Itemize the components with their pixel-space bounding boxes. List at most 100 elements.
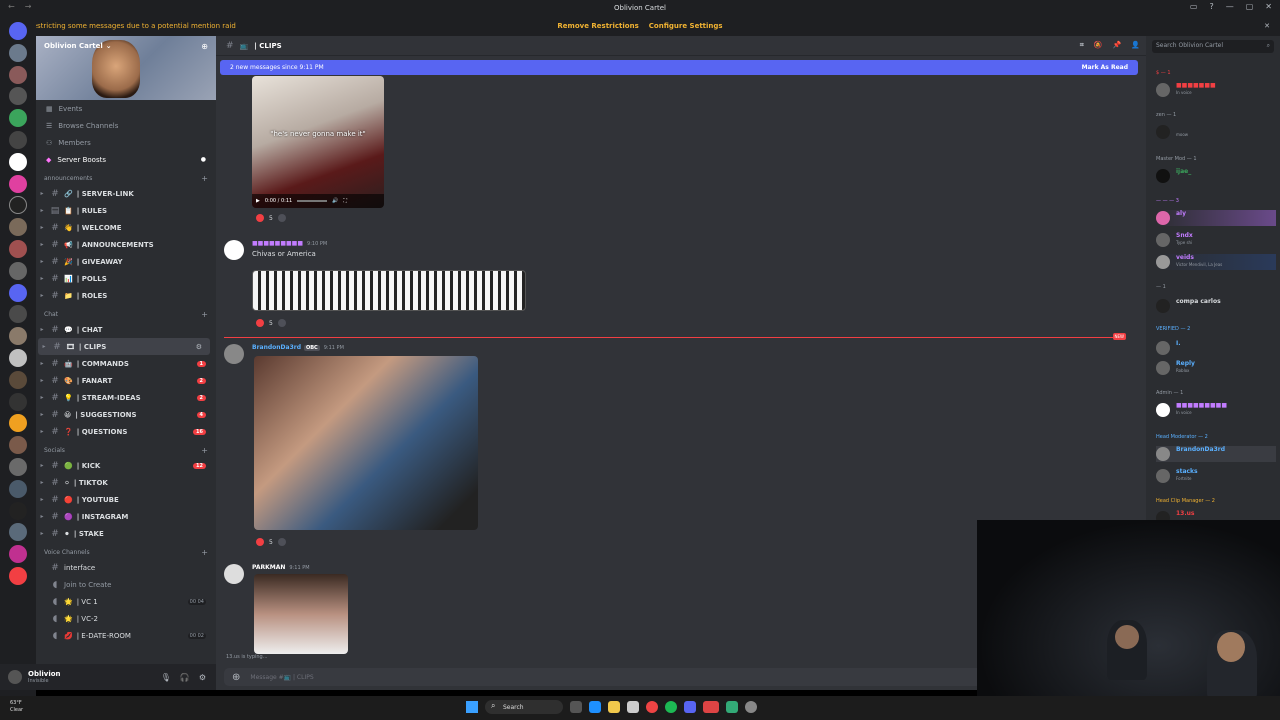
guild-icon[interactable] (9, 327, 27, 346)
emoji-image-attachment[interactable] (252, 270, 526, 311)
message-author[interactable]: PARKMAN 9:11 PM (252, 564, 310, 571)
member-item[interactable]: ijae_ (1156, 168, 1276, 184)
members-item[interactable]: ⚇ Members (36, 134, 216, 151)
channel-rules[interactable]: ▸ ▤ 📋 | RULES (36, 202, 216, 219)
channel-announcements[interactable]: ▸ # 📢 | ANNOUNCEMENTS (36, 236, 216, 253)
video-attachment[interactable] (254, 356, 478, 530)
member-item[interactable]: stacks Fortnite (1156, 468, 1276, 484)
server-name[interactable]: Oblivion Cartel ⌄ (44, 42, 112, 50)
reaction-icon[interactable] (256, 214, 264, 222)
threads-icon[interactable]: ⌗ (1080, 41, 1084, 50)
channel-suggestions[interactable]: ▸ # 😀 | SUGGESTIONS 4 (36, 406, 216, 423)
video-attachment[interactable]: "he's never gonna make it" ▶ 0:00 / 0:11… (252, 76, 384, 208)
store-icon[interactable] (627, 701, 639, 713)
guild-icon[interactable] (9, 348, 27, 367)
channel-giveaway[interactable]: ▸ # 🎉 | GIVEAWAY (36, 253, 216, 270)
video-attachment[interactable] (254, 574, 348, 654)
add-reaction-icon[interactable] (277, 214, 286, 222)
channel-clips[interactable]: ▸ # 🎞 | CLIPS ⚙ (38, 338, 210, 355)
settings-icon[interactable]: ⚙ (196, 343, 202, 351)
windows-start-icon[interactable] (466, 701, 478, 713)
member-item[interactable]: veids Victor Mendivil, La Jeas (1156, 254, 1276, 270)
avatar[interactable] (224, 240, 244, 260)
user-info[interactable]: Oblivion Invisible (28, 670, 61, 684)
avatar[interactable] (224, 564, 244, 584)
guild-icon[interactable] (9, 22, 27, 40)
channel-roles[interactable]: ▸ # 📁 | ROLES (36, 287, 216, 304)
inbox-icon[interactable]: ▭ (1190, 2, 1198, 11)
fullscreen-icon[interactable]: ⛶ (343, 198, 347, 204)
guild-icon[interactable] (9, 414, 27, 433)
add-channel-icon[interactable]: + (201, 548, 208, 557)
category-announcements[interactable]: announcements + (36, 171, 216, 185)
category-socials[interactable]: Socials + (36, 443, 216, 457)
reaction-icon[interactable] (256, 319, 264, 327)
guild-icon[interactable] (9, 479, 27, 498)
guild-icon[interactable] (9, 239, 27, 258)
guild-icon[interactable] (9, 109, 27, 128)
invite-people-icon[interactable]: ⊕ (201, 42, 208, 51)
channel-commands[interactable]: ▸ # 🤖 | COMMANDS 1 (36, 355, 216, 372)
channel-tiktok[interactable]: ▸ # ⚪ | TIKTOK (36, 474, 216, 491)
obs-icon[interactable] (745, 701, 757, 713)
guild-icon[interactable] (9, 130, 27, 149)
voice-channel-edate[interactable]: ◖ 💋 | E-DATE-ROOM 00 02 (36, 627, 216, 644)
guild-icon[interactable] (9, 218, 27, 237)
avatar[interactable] (224, 344, 244, 364)
discord-icon[interactable] (684, 701, 696, 713)
channel-chat[interactable]: ▸ # 💬 | CHAT (36, 321, 216, 338)
search-input[interactable]: Search Oblivion Cartel ⌕ (1152, 40, 1274, 53)
guild-icon[interactable] (9, 501, 27, 520)
guild-icon[interactable] (9, 305, 27, 324)
close-icon[interactable]: ✕ (1264, 22, 1270, 30)
guild-icon[interactable] (9, 545, 27, 564)
member-item[interactable]: Reply Roblox (1156, 360, 1276, 376)
guild-icon[interactable] (9, 436, 27, 455)
message-author[interactable]: ■■■■■■■■■ 9:10 PM (252, 240, 327, 247)
member-item[interactable]: aly (1156, 210, 1276, 226)
close-window-button[interactable]: ✕ (1265, 2, 1272, 11)
discord-icon[interactable] (9, 283, 27, 302)
member-item[interactable]: ■■■■■■■ In voice (1156, 82, 1276, 98)
task-view-icon[interactable] (570, 701, 582, 713)
remove-restrictions-link[interactable]: Remove Restrictions (557, 22, 638, 30)
reaction-icon[interactable] (256, 538, 264, 546)
avatar[interactable] (8, 670, 22, 684)
channel-kick[interactable]: ▸ # 🟢 | KICK 12 (36, 457, 216, 474)
file-explorer-icon[interactable] (608, 701, 620, 713)
configure-settings-link[interactable]: Configure Settings (649, 22, 723, 30)
maximize-button[interactable]: ▢ (1246, 2, 1254, 11)
minimize-button[interactable]: — (1226, 2, 1234, 11)
voice-channel-join-to-create[interactable]: ◖ Join to Create (36, 576, 216, 593)
taskbar-search[interactable]: Search (485, 700, 563, 714)
back-icon[interactable]: ← (8, 2, 15, 11)
gear-icon[interactable]: ⚙ (199, 673, 206, 682)
guild-icon[interactable] (9, 152, 27, 171)
spotify-icon[interactable] (665, 701, 677, 713)
guild-icon[interactable] (9, 196, 27, 215)
guild-icon[interactable] (9, 261, 27, 280)
add-reaction-icon[interactable] (277, 538, 286, 546)
volume-icon[interactable]: 🔊 (332, 198, 338, 204)
category-chat[interactable]: Chat + (36, 307, 216, 321)
headphones-icon[interactable]: 🎧 (180, 673, 190, 682)
channel-questions[interactable]: ▸ # ❓ | QUESTIONS 16 (36, 423, 216, 440)
app-icon[interactable] (726, 701, 738, 713)
server-banner[interactable]: Oblivion Cartel ⌄ ⊕ (36, 36, 216, 100)
guild-icon[interactable] (9, 457, 27, 476)
voice-channel-interface[interactable]: # interface (36, 559, 216, 576)
guild-icon[interactable] (9, 174, 27, 193)
member-item[interactable]: compa carlos (1156, 298, 1276, 314)
guild-icon[interactable] (9, 65, 27, 84)
channel-stake[interactable]: ▸ # ⚫ | STAKE (36, 525, 216, 542)
channel-server-link[interactable]: ▸ # 🔗 | SERVER-LINK (36, 185, 216, 202)
server-boosts-item[interactable]: ◆ Server Boosts ● (36, 151, 216, 168)
member-item[interactable]: I. (1156, 340, 1276, 356)
add-attachment-icon[interactable]: ⊕ (232, 672, 240, 683)
message-author[interactable]: BrandonDa3rd OBC 9:11 PM (252, 344, 344, 351)
pin-icon[interactable]: 📌 (1113, 41, 1122, 50)
add-channel-icon[interactable]: + (201, 174, 208, 183)
play-icon[interactable]: ▶ (256, 198, 260, 204)
microphone-icon[interactable]: 🎙 (161, 673, 171, 682)
member-item[interactable]: ■■■■■■■■■ In voice (1156, 402, 1276, 418)
